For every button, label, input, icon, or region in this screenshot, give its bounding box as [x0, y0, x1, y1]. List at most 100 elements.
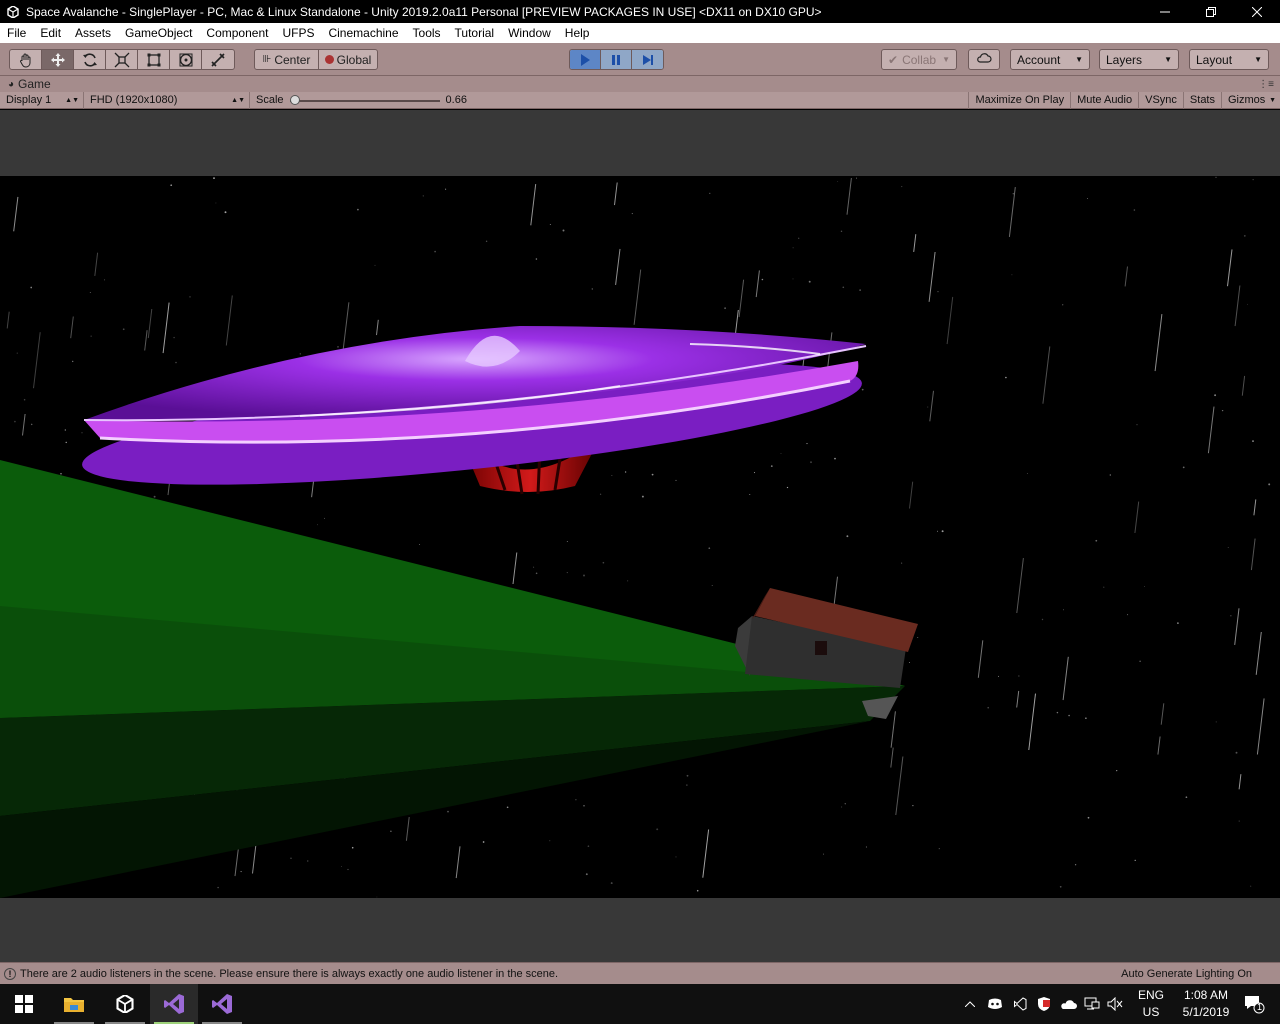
- cloud-button[interactable]: [968, 49, 1000, 70]
- star: [324, 517, 325, 519]
- globe-icon: [324, 55, 334, 64]
- menu-window[interactable]: Window: [501, 23, 558, 43]
- star: [753, 472, 756, 474]
- pivot-center-button[interactable]: ⊪ Center: [255, 50, 319, 69]
- star: [60, 472, 62, 475]
- star: [1268, 483, 1271, 486]
- menu-tutorial[interactable]: Tutorial: [448, 23, 502, 43]
- account-dropdown[interactable]: Account ▼: [1010, 49, 1090, 70]
- scale-slider[interactable]: [289, 92, 440, 109]
- menu-assets[interactable]: Assets: [68, 23, 118, 43]
- tab-game[interactable]: ◕ Game: [8, 77, 51, 91]
- dropdown-arrow-icon: ▲▼: [231, 96, 245, 104]
- maximize-on-play-toggle[interactable]: Maximize On Play: [968, 91, 1072, 109]
- visual-studio-tray-icon[interactable]: [1009, 984, 1031, 1024]
- visual-studio-icon[interactable]: [198, 984, 246, 1024]
- star: [917, 636, 919, 639]
- notification-icon[interactable]: 1: [1234, 984, 1274, 1024]
- collab-dropdown[interactable]: ✔ Collab ▼: [881, 49, 957, 70]
- star: [1068, 714, 1070, 717]
- star: [583, 805, 585, 807]
- scale-tool-icon[interactable]: [106, 50, 138, 69]
- shield-icon[interactable]: [1033, 984, 1055, 1024]
- star: [842, 286, 845, 289]
- star: [376, 896, 378, 898]
- pause-icon[interactable]: [601, 50, 632, 69]
- star: [217, 886, 219, 889]
- stats-toggle[interactable]: Stats: [1184, 91, 1222, 109]
- star: [806, 443, 808, 445]
- star: [859, 289, 861, 291]
- star: [16, 352, 18, 354]
- clock[interactable]: 1:08 AM 5/1/2019: [1174, 987, 1238, 1021]
- move-tool-icon[interactable]: [42, 50, 74, 69]
- star: [374, 264, 376, 266]
- minimize-icon[interactable]: [1142, 0, 1188, 23]
- main-toolbar: ⊪ Center Global ✔ Collab ▼ Account ▼ Lay…: [0, 43, 1280, 76]
- star: [1144, 585, 1145, 587]
- resolution-label: FHD (1920x1080): [90, 94, 178, 106]
- menu-ufps[interactable]: UFPS: [275, 23, 321, 43]
- star: [587, 845, 590, 847]
- star: [153, 495, 156, 498]
- menu-file[interactable]: File: [0, 23, 33, 43]
- unity-icon[interactable]: [101, 984, 149, 1024]
- play-icon[interactable]: [570, 50, 601, 69]
- transform-tool-icon[interactable]: [170, 50, 202, 69]
- vsync-toggle[interactable]: VSync: [1139, 91, 1184, 109]
- star: [1139, 660, 1141, 662]
- chevron-up-icon[interactable]: [960, 984, 980, 1024]
- lighting-status: Auto Generate Lighting On: [1121, 967, 1252, 980]
- transform-tools: [9, 49, 235, 70]
- custom-tool-icon[interactable]: [202, 50, 234, 69]
- file-explorer-icon[interactable]: [50, 984, 98, 1024]
- vsync-label: VSync: [1145, 94, 1177, 106]
- onedrive-icon[interactable]: [1057, 984, 1079, 1024]
- star: [1227, 546, 1229, 548]
- network-icon[interactable]: [1081, 984, 1103, 1024]
- input-language[interactable]: ENG US: [1134, 987, 1168, 1021]
- star: [938, 848, 940, 850]
- hand-tool-icon[interactable]: [10, 50, 42, 69]
- menu-component[interactable]: Component: [199, 23, 275, 43]
- visual-studio-icon[interactable]: [150, 984, 198, 1024]
- pivot-global-button[interactable]: Global: [319, 50, 377, 69]
- menu-cinemachine[interactable]: Cinemachine: [321, 23, 405, 43]
- rotate-tool-icon[interactable]: [74, 50, 106, 69]
- layout-dropdown[interactable]: Layout ▼: [1189, 49, 1269, 70]
- tab-menu-icon[interactable]: ⋮≡: [1258, 79, 1274, 90]
- star: [23, 398, 26, 401]
- window-title-bar[interactable]: Space Avalanche - SinglePlayer - PC, Mac…: [0, 0, 1280, 23]
- star: [347, 868, 349, 871]
- display-dropdown[interactable]: Display 1 ▲▼: [0, 91, 84, 109]
- game-render[interactable]: [0, 176, 1280, 898]
- star: [675, 479, 677, 481]
- menu-edit[interactable]: Edit: [33, 23, 68, 43]
- star: [1238, 820, 1240, 822]
- star: [64, 429, 66, 431]
- step-icon[interactable]: [632, 50, 663, 69]
- close-icon[interactable]: [1234, 0, 1280, 23]
- menu-gameobject[interactable]: GameObject: [118, 23, 199, 43]
- dropdown-arrow-icon: ▼: [1075, 55, 1083, 64]
- star: [749, 494, 751, 495]
- gizmos-dropdown[interactable]: Gizmos ▼: [1222, 92, 1280, 109]
- status-message[interactable]: There are 2 audio listeners in the scene…: [20, 968, 558, 980]
- scale-slider-thumb[interactable]: [289, 94, 300, 105]
- star: [770, 465, 773, 467]
- menu-tools[interactable]: Tools: [406, 23, 448, 43]
- star: [1252, 440, 1254, 442]
- mute-audio-toggle[interactable]: Mute Audio: [1071, 91, 1140, 109]
- resolution-dropdown[interactable]: FHD (1920x1080) ▲▼: [84, 91, 250, 109]
- tab-game-label: Game: [18, 77, 51, 91]
- discord-icon[interactable]: [984, 984, 1006, 1024]
- layers-dropdown[interactable]: Layers ▼: [1099, 49, 1179, 70]
- rect-tool-icon[interactable]: [138, 50, 170, 69]
- speaker-muted-icon[interactable]: [1104, 984, 1126, 1024]
- menu-help[interactable]: Help: [558, 23, 597, 43]
- star: [189, 296, 191, 298]
- restore-icon[interactable]: [1188, 0, 1234, 23]
- star: [290, 857, 292, 859]
- star: [901, 186, 903, 188]
- windows-start-icon[interactable]: [0, 984, 48, 1024]
